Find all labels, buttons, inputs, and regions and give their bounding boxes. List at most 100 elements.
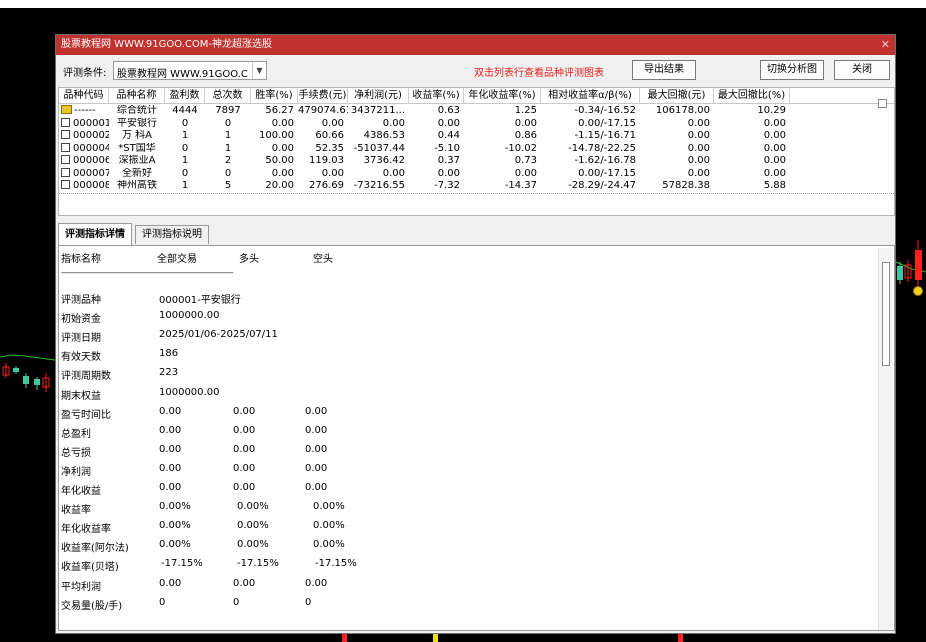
cell-text: 20.00 xyxy=(265,180,294,191)
toolbar: 评测条件: 股票教程网 WWW.91GOO.C ▼ 双击列表行查看品种评测图表 … xyxy=(56,55,895,87)
cell-text: 0.00 xyxy=(687,167,710,179)
table-row[interactable]: 000007 全新好 0 0 0.00 0.00 0.00 0.00 0.00 0.00/-17.… xyxy=(59,167,894,181)
row-checkbox[interactable] xyxy=(61,180,70,189)
info-value: 1000000.00 xyxy=(159,310,220,322)
dialog-title-bar[interactable]: 股票教程网 WWW.91GOO.COM-神龙超涨选股 ✕ xyxy=(56,35,895,55)
scrollbar-thumb[interactable] xyxy=(882,262,890,366)
column-header[interactable]: 收益率(%) xyxy=(409,88,464,104)
cell-text: 0.00 xyxy=(514,117,537,129)
table-cell: 0.00 xyxy=(464,118,541,131)
cell-text: 119.03 xyxy=(309,155,344,166)
table-cell: 0.00 xyxy=(298,118,348,131)
summary-icon xyxy=(61,105,72,114)
table-scroll-box[interactable] xyxy=(878,99,887,108)
table-cell: 000004 xyxy=(59,142,109,156)
table-row-partial xyxy=(59,192,894,196)
close-icon[interactable]: ✕ xyxy=(881,35,890,55)
table-row[interactable]: 000006 深振业A 1 2 50.00 119.03 3736.42 0.37 0.73 -1… xyxy=(59,155,894,168)
info-label: 期末权益 xyxy=(61,390,101,402)
table-row[interactable]: 000004 *ST国华 0 1 0.00 52.35 -51037.44 -5.10 -10.… xyxy=(59,142,894,156)
column-header[interactable]: 相对收益率α/β(%) xyxy=(541,88,640,104)
stat-label: 年化收益 xyxy=(61,486,101,497)
table-row[interactable]: 000001 平安银行 0 0 0.00 0.00 0.00 0.00 0.00 0.00/-17… xyxy=(59,117,894,131)
cell-text: *ST国华 xyxy=(118,142,156,154)
chevron-down-icon[interactable]: ▼ xyxy=(252,62,266,79)
column-header[interactable]: 净利润(元) xyxy=(348,88,409,104)
table-cell: 1 xyxy=(165,180,205,193)
column-header[interactable]: 总次数 xyxy=(205,88,251,104)
table-cell: -14.78/-22.25 xyxy=(541,143,640,156)
column-header[interactable]: 手续费(元) xyxy=(298,88,348,104)
cell-text: ------ xyxy=(74,105,96,116)
results-table[interactable]: 品种代码 品种名称 盈利数 总次数 胜率(%) 手续费(元) 净利润(元) 收益率(%) 年化收… xyxy=(58,87,895,216)
cell-text: 0.00 xyxy=(271,167,294,179)
cell-text: 0.00 xyxy=(763,117,786,129)
detail-scrollbar[interactable] xyxy=(878,248,893,630)
cell-text: 0.00 xyxy=(763,167,786,179)
row-checkbox[interactable] xyxy=(61,117,70,127)
cell-text: 0.00 xyxy=(321,117,344,129)
cell-text: 1 xyxy=(224,142,232,154)
cell-text: -7.32 xyxy=(434,180,460,191)
table-cell: 0.44 xyxy=(409,130,464,143)
table-cell: 深振业A xyxy=(109,155,165,168)
detail-header: 空头 xyxy=(313,254,333,265)
column-header[interactable]: 年化收益率(%) xyxy=(464,88,541,104)
column-header[interactable]: 最大回撤(元) xyxy=(640,88,714,104)
cell-text: 7897 xyxy=(215,105,241,116)
candle xyxy=(34,379,40,385)
cell-text: 0.00 xyxy=(763,142,786,154)
export-button[interactable]: 导出结果 xyxy=(632,60,696,80)
stat-label: 平均利润 xyxy=(61,581,101,593)
row-checkbox[interactable] xyxy=(61,167,70,177)
tab-indicator-details[interactable]: 评测指标详情 xyxy=(58,223,132,245)
cell-text: 000007 xyxy=(73,167,109,179)
cell-text: 0 xyxy=(224,117,232,129)
info-label: 评测日期 xyxy=(61,333,101,345)
cell-text: 106178.00 xyxy=(655,105,710,116)
column-header[interactable]: 品种名称 xyxy=(109,88,165,104)
table-cell: 0.00 xyxy=(714,155,790,168)
table-cell: 20.00 xyxy=(251,180,298,193)
table-row[interactable]: 000002 万 科A 1 1 100.00 60.66 4386.53 0.44 0.86 -1… xyxy=(59,130,894,143)
switch-chart-button[interactable]: 切换分析图 xyxy=(760,60,824,80)
table-cell: -14.37 xyxy=(464,180,541,193)
stat-value: 0.00 xyxy=(305,405,328,417)
candle xyxy=(897,266,903,280)
cell-text: 2 xyxy=(224,155,232,166)
column-header[interactable]: 品种代码 xyxy=(59,88,109,104)
column-header[interactable]: 盈利数 xyxy=(165,88,205,104)
cell-text: 56.27 xyxy=(265,105,294,116)
cell-text: 1 xyxy=(181,155,189,166)
cell-text: 000004 xyxy=(73,142,109,154)
table-cell: 0.00 xyxy=(640,118,714,131)
column-header[interactable]: 胜率(%) xyxy=(251,88,298,104)
row-checkbox[interactable] xyxy=(61,142,70,152)
stat-value: 0.00 xyxy=(233,424,256,436)
cell-text: 全新好 xyxy=(122,167,152,179)
table-cell: 276.69 xyxy=(298,180,348,193)
cell-text: 3736.42 xyxy=(363,155,405,166)
table-row[interactable]: 000008 神州高铁 1 5 20.00 276.69 -73216.55 -7.32 -14… xyxy=(59,180,894,193)
table-cell: 0.00 xyxy=(348,168,409,181)
table-row[interactable]: ------ 综合统计 4444 7897 56.27 479074.61 3437211.… xyxy=(59,105,894,118)
stat-label: 总亏损 xyxy=(61,447,91,459)
stat-value: -17.15% xyxy=(315,558,357,570)
table-cell: 000006 xyxy=(59,155,109,168)
hint-text: 双击列表行查看品种评测图表 xyxy=(474,68,604,79)
table-cell: 0.00 xyxy=(714,118,790,131)
candle xyxy=(915,250,922,280)
column-header[interactable]: 最大回撤比(%) xyxy=(714,88,790,104)
candle xyxy=(23,376,29,384)
table-cell: 0.37 xyxy=(409,155,464,168)
close-button[interactable]: 关闭 xyxy=(834,60,890,80)
cell-text: 3437211... xyxy=(350,105,405,116)
table-cell: 0.73 xyxy=(464,155,541,168)
tab-indicator-help[interactable]: 评测指标说明 xyxy=(135,225,209,244)
info-value: 223 xyxy=(159,367,179,379)
condition-select[interactable]: 股票教程网 WWW.91GOO.C ▼ xyxy=(113,61,267,80)
row-checkbox[interactable] xyxy=(61,155,70,164)
stat-value: 0.00 xyxy=(305,462,328,474)
row-checkbox[interactable] xyxy=(61,130,70,139)
cell-text: 0 xyxy=(181,117,189,129)
